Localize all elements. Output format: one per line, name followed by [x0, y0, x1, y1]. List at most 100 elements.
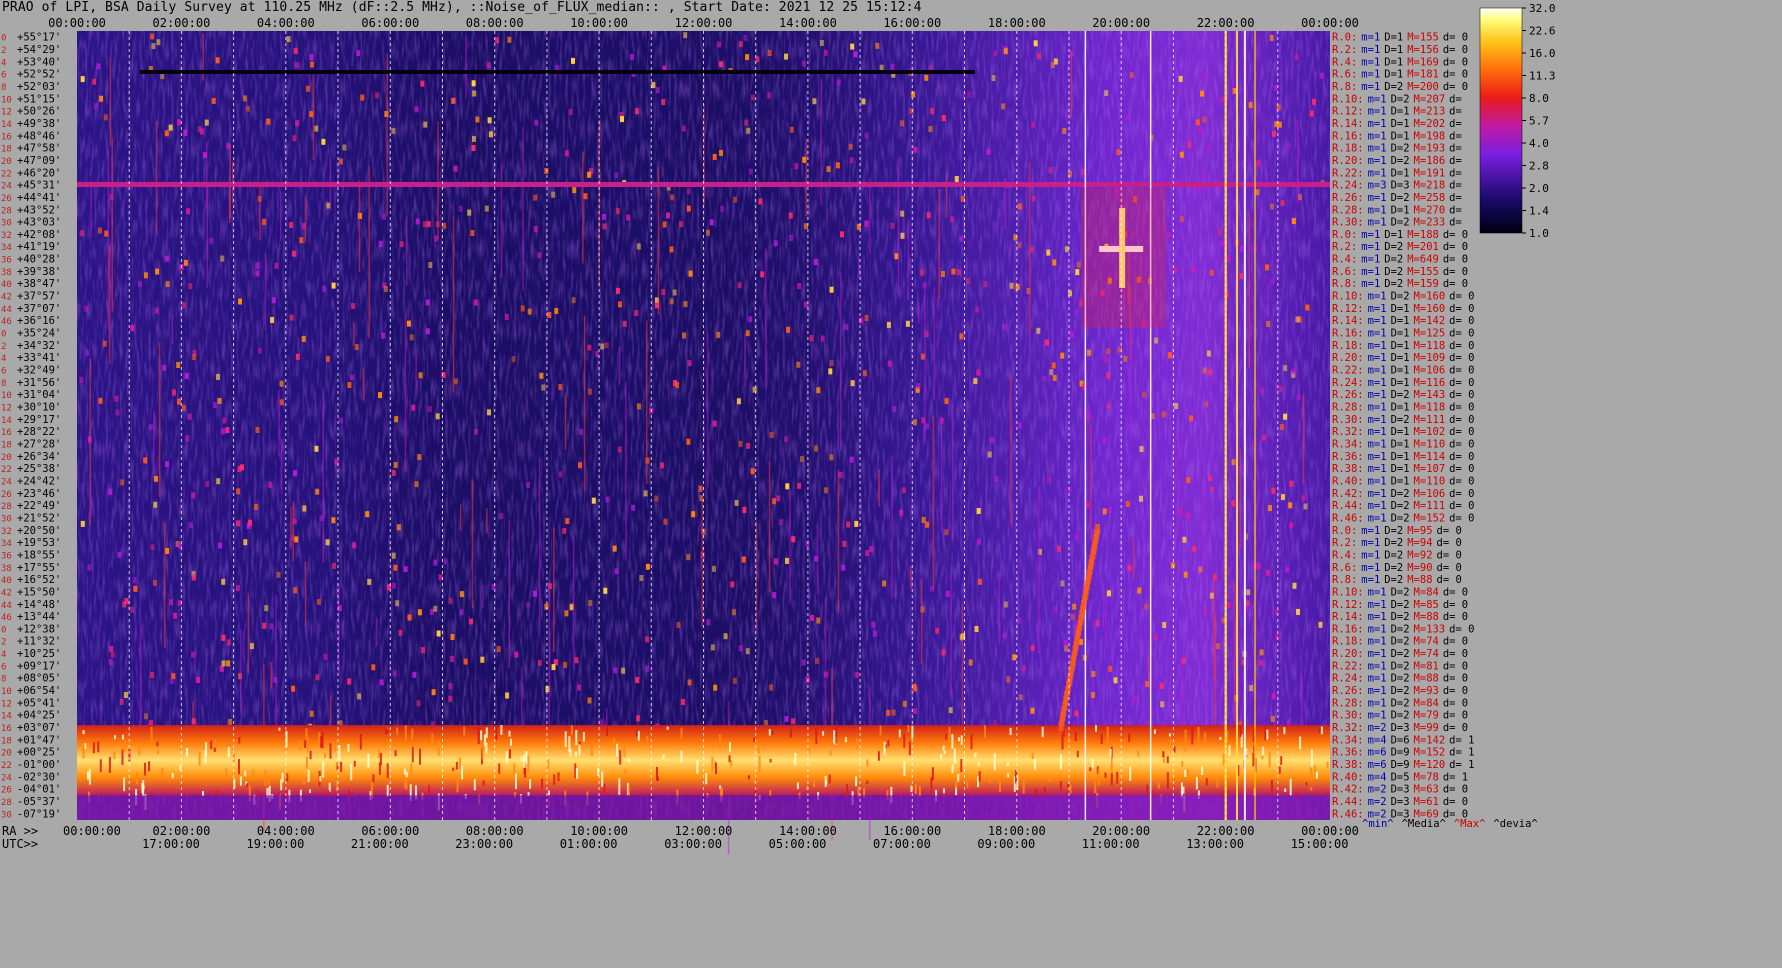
noise-pixel [1256, 160, 1261, 167]
row-stat-min: m=1 [1361, 229, 1380, 241]
band-texture [918, 785, 921, 796]
noise-pixel [864, 132, 869, 139]
band-texture [844, 737, 847, 743]
declination-label: -04°01' [17, 784, 61, 796]
noise-pixel [1270, 203, 1274, 210]
noise-pixel [913, 708, 918, 715]
ra-tick-top: 16:00:00 [883, 16, 941, 30]
noise-pixel [1202, 116, 1207, 123]
declination-label: +35°24' [17, 328, 61, 340]
noise-pixel [564, 610, 569, 617]
ra-tick-top: 02:00:00 [153, 16, 211, 30]
utc-tick: 15:00:00 [1291, 837, 1349, 851]
row-stat-max: M=111 [1414, 414, 1446, 426]
row-stat-med: D=2 [1391, 217, 1410, 229]
noise-pixel [618, 301, 622, 308]
noise-pixel [367, 578, 372, 585]
noise-pixel [1031, 195, 1036, 202]
ra-tick-bottom: 12:00:00 [675, 824, 733, 838]
noise-pixel [1278, 385, 1283, 392]
noise-pixel [809, 335, 814, 342]
noise-pixel [835, 162, 840, 169]
band-texture [1271, 779, 1273, 796]
noise-pixel [186, 208, 191, 215]
noise-pixel [1198, 566, 1203, 573]
declination-label: +32°49' [17, 365, 61, 377]
noise-pixel [1231, 500, 1236, 507]
noise-pixel [959, 235, 964, 242]
row-stat-min: m=1 [1361, 254, 1380, 266]
noise-pixel [338, 158, 343, 165]
noise-pixel [238, 298, 242, 305]
noise-pixel [1116, 149, 1121, 156]
ra-tick-bottom: 20:00:00 [1092, 824, 1150, 838]
noise-pixel [974, 626, 979, 632]
noise-streak [482, 585, 484, 608]
band-texture [1201, 766, 1204, 775]
band-texture [1095, 725, 1097, 732]
row-stat-med: D=2 [1384, 81, 1403, 93]
row-stat-ra: R.24: [1332, 377, 1364, 389]
noise-pixel [925, 423, 930, 430]
noise-pixel [1182, 536, 1187, 543]
ra-tick-bottom: 10:00:00 [570, 824, 628, 838]
noise-pixel [496, 646, 501, 653]
noise-pixel [487, 117, 492, 124]
noise-pixel [200, 128, 205, 135]
noise-pixel [716, 331, 721, 338]
row-stat-dev: d= 0 [1437, 549, 1462, 561]
band-texture [1181, 761, 1184, 767]
noise-pixel [317, 598, 321, 605]
row-stat-ra: R.46: [1332, 808, 1364, 820]
noise-pixel [255, 270, 260, 277]
row-stat-med: D=1 [1391, 118, 1410, 130]
row-stat-med: D=2 [1391, 636, 1410, 648]
row-stat-line: R.46: m=2 D=3 M=69 d= 0 [1332, 808, 1468, 820]
row-stat-line: R.10: m=1 D=2 M=160 d= 0 [1332, 291, 1474, 303]
noise-streak [1132, 539, 1135, 579]
band-texture [606, 725, 609, 737]
band-texture [908, 741, 911, 756]
band-texture [656, 767, 658, 781]
band-texture [1184, 729, 1187, 747]
row-stat-min: m=1 [1368, 623, 1387, 635]
declination-label: +13°44' [17, 611, 61, 623]
noise-pixel [1129, 72, 1134, 79]
noise-pixel [507, 36, 512, 43]
noise-pixel [537, 252, 542, 259]
band-texture [278, 727, 281, 731]
noise-pixel [841, 564, 846, 571]
band-texture [215, 790, 218, 796]
band-texture [1106, 726, 1109, 743]
row-index-label: 18 [1, 145, 12, 155]
row-stat-line: R.40: m=1 D=1 M=110 d= 0 [1332, 476, 1474, 488]
band-texture [612, 737, 615, 746]
noise-pixel [1297, 194, 1302, 201]
band-texture [97, 741, 100, 753]
noise-pixel [1294, 54, 1299, 61]
utc-axis-prefix: UTC>> [2, 837, 38, 851]
band-texture [705, 772, 708, 785]
row-index-label: 14 [1, 416, 12, 426]
noise-streak [362, 368, 365, 401]
band-texture [719, 785, 722, 790]
row-index-label: 36 [1, 551, 12, 561]
noise-pixel [1015, 284, 1020, 291]
noise-pixel [204, 119, 209, 126]
row-stat-med: D=1 [1391, 167, 1410, 179]
row-stat-line: R.26: m=1 D=2 M=143 d= 0 [1332, 389, 1474, 401]
band-texture [662, 754, 665, 760]
band-texture [608, 742, 611, 746]
row-stat-min: m=1 [1368, 599, 1387, 611]
noise-pixel [588, 388, 593, 395]
noise-pixel [382, 213, 386, 220]
band-texture [951, 764, 954, 774]
row-stat-line: R.8: m=1 D=2 M=159 d= 0 [1332, 278, 1468, 290]
band-texture [1060, 754, 1062, 770]
noise-pixel [1021, 665, 1026, 672]
row-stat-max: M=78 [1414, 771, 1439, 783]
noise-pixel [192, 350, 197, 356]
noise-pixel [637, 403, 641, 410]
band-texture [523, 754, 526, 768]
noise-pixel [409, 334, 414, 341]
